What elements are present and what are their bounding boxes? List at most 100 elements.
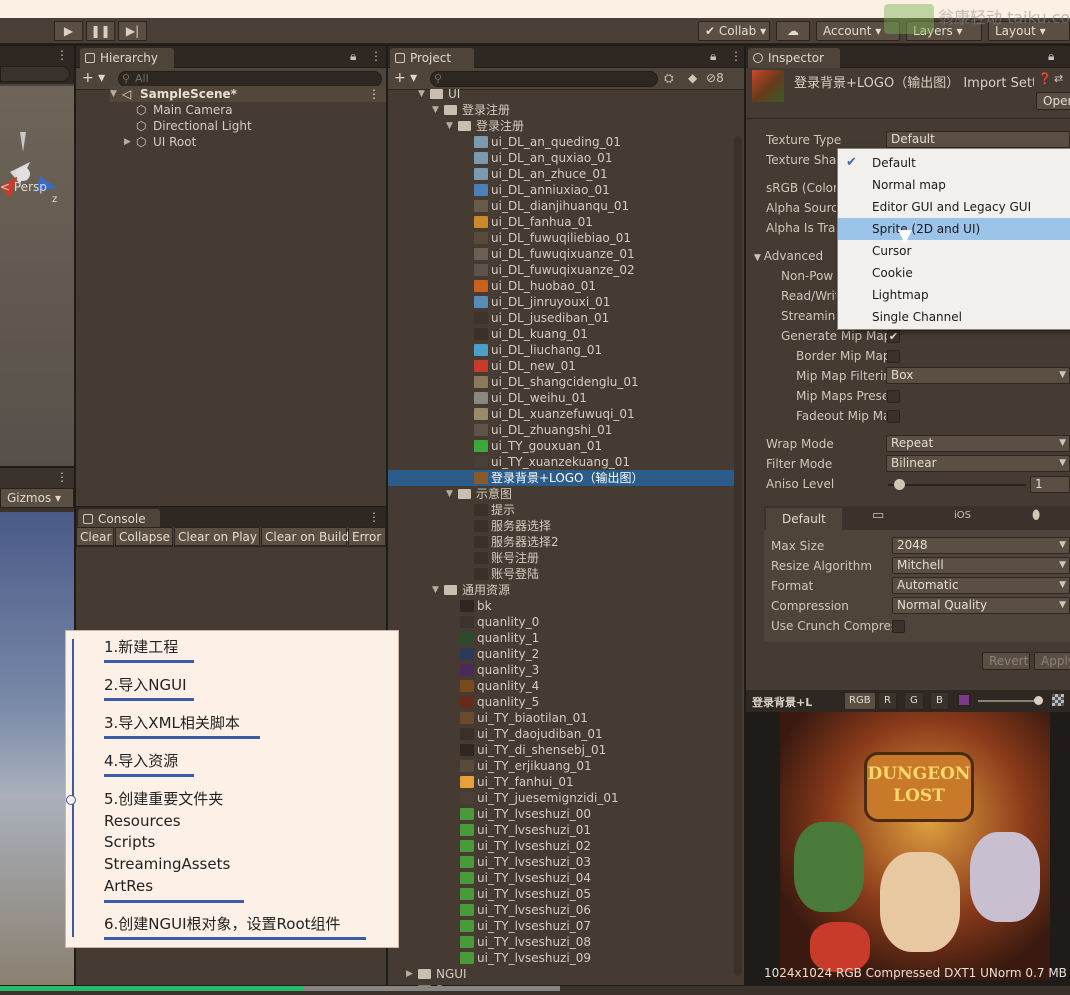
expand-arrow-icon[interactable]: ▼ xyxy=(432,582,439,598)
border-mip-checkbox[interactable] xyxy=(887,350,900,363)
checker-icon[interactable] xyxy=(1052,694,1064,706)
format-dropdown[interactable]: Automatic ▼ xyxy=(892,577,1070,594)
error-pause-toggle[interactable]: Error P xyxy=(348,527,386,546)
expand-arrow-icon[interactable]: ▼ xyxy=(446,118,453,134)
tab-console[interactable]: Console xyxy=(78,509,160,529)
clear-button[interactable]: Clear xyxy=(76,527,114,546)
pause-button[interactable]: ❚❚ xyxy=(86,21,115,41)
tab-platform-default[interactable]: Default xyxy=(766,508,842,530)
clear-on-play-toggle[interactable]: Clear on Play xyxy=(174,527,260,546)
game-menu-icon[interactable]: ⋮ xyxy=(56,470,68,484)
expand-arrow-icon[interactable]: ▼ xyxy=(446,486,453,502)
game-view-canvas[interactable] xyxy=(0,512,74,985)
project-search-input[interactable]: ⚲ xyxy=(430,71,658,87)
hierarchy-menu-icon[interactable]: ⋮ xyxy=(370,49,382,63)
android-icon[interactable]: ⬮ xyxy=(1032,508,1040,523)
collapse-toggle[interactable]: Collapse xyxy=(115,527,173,546)
gameobject-icon: ⬡ xyxy=(136,103,147,117)
lock-icon[interactable]: 🔒︎ xyxy=(1048,49,1054,64)
hidden-packages-toggle[interactable]: ⊘8 xyxy=(706,71,724,85)
popup-option[interactable]: Normal map xyxy=(838,174,1070,196)
wrap-mode-dropdown[interactable]: Repeat ▼ xyxy=(886,435,1070,452)
folder-icon xyxy=(395,53,405,63)
lock-icon[interactable]: 🔒︎ xyxy=(710,49,716,64)
aniso-input[interactable]: 1 xyxy=(1030,476,1070,493)
popup-option[interactable]: Cursor xyxy=(838,240,1070,262)
max-size-dropdown[interactable]: 2048 ▼ xyxy=(892,537,1070,554)
channel-b-button[interactable]: B xyxy=(930,692,949,710)
revert-button[interactable]: Revert xyxy=(982,652,1030,670)
eye-slash-icon: ⊘ xyxy=(706,71,717,85)
tab-inspector[interactable]: Inspector xyxy=(748,48,840,68)
list-icon xyxy=(85,53,95,63)
step-button[interactable]: ▶| xyxy=(118,21,147,41)
folder-icon xyxy=(418,969,431,979)
generate-mip-checkbox[interactable]: ✔ xyxy=(887,330,900,343)
apply-button[interactable]: Apply xyxy=(1034,652,1070,670)
console-menu-icon[interactable]: ⋮ xyxy=(368,510,380,524)
open-button[interactable]: Open xyxy=(1036,92,1070,110)
mip-filter-dropdown[interactable]: Box ▼ xyxy=(886,367,1070,384)
scene-gizmo-icon[interactable]: z xyxy=(0,132,72,212)
mip-slider-track[interactable] xyxy=(978,700,1040,702)
persp-label[interactable]: < Persp xyxy=(0,180,47,194)
scene-search[interactable] xyxy=(0,66,70,82)
scene-root-row[interactable]: ▼ ◁ SampleScene* ⋮ xyxy=(110,86,386,102)
popup-option[interactable]: ✔ Default xyxy=(838,152,1070,174)
tab-project[interactable]: Project xyxy=(390,48,474,68)
collab-button[interactable]: ✔ Collab ▾ xyxy=(698,21,770,41)
help-icon[interactable]: ❓ xyxy=(1038,72,1052,85)
play-button[interactable]: ▶ xyxy=(54,21,83,41)
preview-character xyxy=(970,832,1040,922)
filter-by-label-icon[interactable]: ◆ xyxy=(688,71,697,85)
tab-hierarchy[interactable]: Hierarchy xyxy=(80,48,174,68)
fadeout-checkbox[interactable] xyxy=(887,410,900,423)
clear-on-build-toggle[interactable]: Clear on Build xyxy=(261,527,349,546)
lock-icon[interactable]: 🔒︎ xyxy=(350,49,356,64)
expand-arrow-icon[interactable]: ▼ xyxy=(432,102,439,118)
gameobject-icon: ⬡ xyxy=(136,135,147,149)
expand-arrow-icon[interactable]: ▼ xyxy=(110,86,117,102)
create-button[interactable]: + ▾ xyxy=(82,70,105,86)
unity-scene-icon: ◁ xyxy=(122,87,132,101)
watermark-logo xyxy=(884,4,934,34)
settings-icon[interactable]: ⇄ xyxy=(1054,72,1063,85)
project-scrollbar[interactable] xyxy=(734,136,742,976)
hierarchy-search-input[interactable]: ⚲ All xyxy=(118,71,382,87)
texture-thumbnail-icon xyxy=(474,312,488,324)
channel-g-button[interactable]: G xyxy=(904,692,924,710)
cloud-button[interactable]: ☁ xyxy=(776,21,810,41)
texture-type-dropdown[interactable]: Default xyxy=(886,131,1070,148)
expand-arrow-icon[interactable]: ▼ xyxy=(418,86,425,102)
collapse-arrow-icon[interactable]: ▶ xyxy=(406,966,413,982)
collapse-arrow-icon[interactable]: ▶ xyxy=(124,134,131,150)
scene-menu-icon[interactable]: ⋮ xyxy=(56,48,68,62)
aniso-slider-track[interactable] xyxy=(888,484,1026,486)
crunch-checkbox[interactable] xyxy=(892,620,905,633)
create-button[interactable]: + ▾ xyxy=(394,70,417,86)
channel-r-button[interactable]: R xyxy=(878,692,897,710)
video-progress-track[interactable] xyxy=(0,986,1070,995)
tab-platform-ios[interactable]: iOS xyxy=(954,510,971,521)
mip-preserve-checkbox[interactable] xyxy=(887,390,900,403)
gizmos-dropdown[interactable]: Gizmos ▾ xyxy=(0,488,74,508)
popup-option[interactable]: Single Channel xyxy=(838,306,1070,328)
monitor-icon[interactable]: ▭ xyxy=(872,508,884,523)
filter-mode-dropdown[interactable]: Bilinear ▼ xyxy=(886,455,1070,472)
alpha-channel-icon[interactable] xyxy=(958,694,970,706)
resize-algorithm-dropdown[interactable]: Mitchell ▼ xyxy=(892,557,1070,574)
asset-row[interactable]: 登录背景+LOGO（输出图） xyxy=(388,470,734,486)
popup-option[interactable]: Editor GUI and Legacy GUI xyxy=(838,196,1070,218)
aniso-slider-thumb[interactable] xyxy=(894,479,905,490)
filter-by-type-icon[interactable]: ⛭ xyxy=(664,71,674,86)
scene-view[interactable]: ⋮ z < Persp xyxy=(0,46,74,466)
popup-option[interactable]: Sprite (2D and UI) xyxy=(838,218,1070,240)
compression-dropdown[interactable]: Normal Quality ▼ xyxy=(892,597,1070,614)
popup-option[interactable]: Lightmap xyxy=(838,284,1070,306)
advanced-foldout[interactable]: ▼ Advanced xyxy=(754,248,823,264)
popup-option[interactable]: Cookie xyxy=(838,262,1070,284)
scene-menu-icon[interactable]: ⋮ xyxy=(368,86,380,102)
channel-rgb-button[interactable]: RGB xyxy=(844,692,876,710)
project-menu-icon[interactable]: ⋮ xyxy=(730,49,742,63)
mip-slider-thumb[interactable] xyxy=(1034,696,1043,705)
